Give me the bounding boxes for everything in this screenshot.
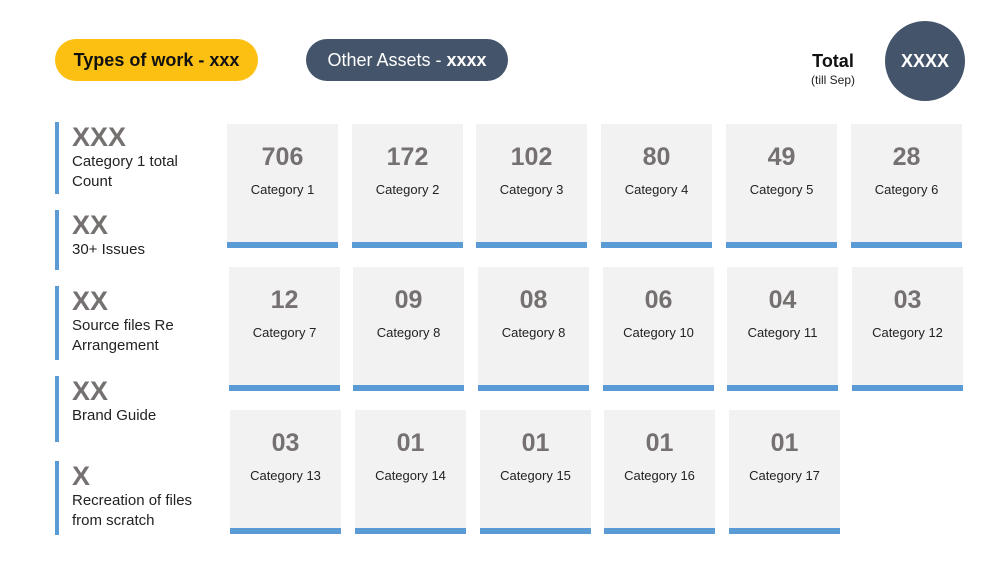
category-card: 09 Category 8 — [353, 267, 464, 391]
card-value: 706 — [261, 143, 304, 171]
card-label: Category 14 — [375, 468, 446, 483]
category-card: 706 Category 1 — [227, 124, 338, 248]
card-label: Category 15 — [500, 468, 571, 483]
sidebar-stat-value: XX — [72, 376, 109, 406]
category-card: 04 Category 11 — [727, 267, 838, 391]
category-card: 28 Category 6 — [851, 124, 962, 248]
card-value: 28 — [892, 143, 921, 171]
category-card: 80 Category 4 — [601, 124, 712, 248]
sidebar-stat-source-files: XX Source files Re Arrangement — [55, 286, 225, 360]
card-value: 01 — [396, 429, 425, 457]
total-subtitle: (till Sep) — [810, 73, 855, 87]
sidebar-stat-label: Brand Guide — [72, 407, 157, 424]
card-label: Category 17 — [749, 468, 820, 483]
card-label: Category 11 — [747, 325, 818, 340]
category-card: 102 Category 3 — [476, 124, 587, 248]
types-of-work-pill: Types of work - xxx — [55, 39, 258, 81]
category-card: 03 Category 12 — [852, 267, 963, 391]
sidebar-stat-label: Arrangement — [72, 337, 159, 354]
other-assets-label: Other Assets - — [327, 49, 442, 70]
sidebar-stat-value: XX — [72, 210, 109, 240]
card-label: Category 1 — [250, 182, 315, 197]
card-label: Category 6 — [874, 182, 939, 197]
card-label: Category 2 — [375, 182, 440, 197]
total-value: XXXX — [900, 50, 950, 71]
card-label: Category 12 — [872, 325, 943, 340]
card-label: Category 16 — [624, 468, 695, 483]
other-assets-pill: Other Assets - xxxx — [306, 39, 508, 81]
sidebar-stat-label: Category 1 total — [72, 153, 178, 170]
category-card: 12 Category 7 — [229, 267, 340, 391]
sidebar-stat-brand-guide: XX Brand Guide — [55, 376, 225, 442]
card-value: 06 — [644, 286, 673, 314]
category-card: 01 Category 16 — [604, 410, 715, 534]
category-card: 03 Category 13 — [230, 410, 341, 534]
card-value: 01 — [645, 429, 674, 457]
card-value: 01 — [770, 429, 799, 457]
types-of-work-label: Types of work - xxx — [73, 49, 240, 70]
total-label: Total — [812, 51, 854, 71]
sidebar-stat-label: 30+ Issues — [72, 241, 145, 258]
card-value: 04 — [768, 286, 797, 314]
category-card: 49 Category 5 — [726, 124, 837, 248]
card-value: 49 — [767, 143, 796, 171]
card-label: Category 8 — [376, 325, 441, 340]
other-assets-value: xxxx — [446, 49, 487, 70]
sidebar-stat-value: X — [72, 461, 91, 491]
card-value: 172 — [386, 143, 429, 171]
sidebar-stat-label: Source files Re — [72, 317, 174, 334]
category-card: 08 Category 8 — [478, 267, 589, 391]
sidebar-stat-30-issues: XX 30+ Issues — [55, 210, 225, 270]
category-card: 01 Category 14 — [355, 410, 466, 534]
card-value: 102 — [510, 143, 553, 171]
sidebar-stat-label: Count — [72, 173, 113, 190]
card-label: Category 13 — [250, 468, 321, 483]
category-card: 172 Category 2 — [352, 124, 463, 248]
category-card: 06 Category 10 — [603, 267, 714, 391]
card-label: Category 8 — [501, 325, 566, 340]
card-value: 03 — [271, 429, 300, 457]
category-card: 01 Category 15 — [480, 410, 591, 534]
sidebar-stat-value: XXX — [72, 122, 127, 152]
sidebar-stat-recreation: X Recreation of files from scratch — [55, 461, 225, 535]
sidebar-stat-value: XX — [72, 286, 109, 316]
card-label: Category 10 — [623, 325, 694, 340]
card-value: 12 — [270, 286, 299, 314]
card-value: 01 — [521, 429, 550, 457]
card-value: 03 — [893, 286, 922, 314]
sidebar-stat-label: Recreation of files — [72, 492, 193, 509]
card-label: Category 4 — [624, 182, 689, 197]
total-circle: XXXX — [885, 21, 965, 101]
sidebar-stat-label: from scratch — [72, 512, 155, 529]
card-label: Category 5 — [749, 182, 814, 197]
card-value: 80 — [642, 143, 671, 171]
card-label: Category 7 — [252, 325, 317, 340]
card-value: 09 — [394, 286, 423, 314]
card-label: Category 3 — [499, 182, 564, 197]
sidebar-stat-category1-total: XXX Category 1 total Count — [55, 122, 225, 194]
card-value: 08 — [519, 286, 548, 314]
category-card: 01 Category 17 — [729, 410, 840, 534]
